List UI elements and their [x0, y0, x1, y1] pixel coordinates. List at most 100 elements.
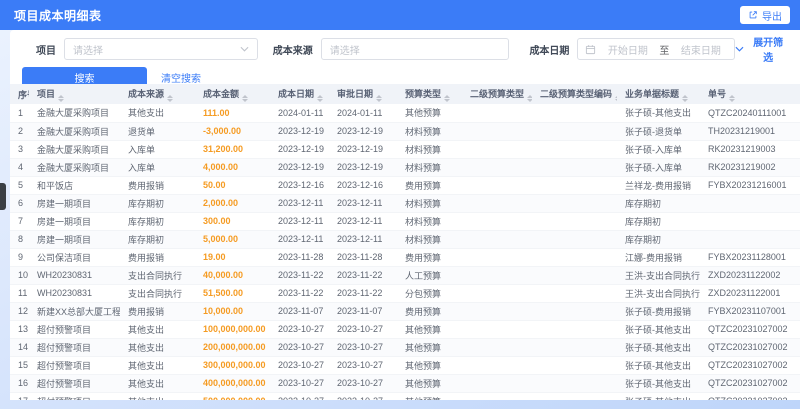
table-row: 10 WH20230831 支出合同执行 40,000.00 2023-11-22 202… — [10, 266, 800, 285]
table-row: 15 超付预警项目 其他支出 300,000,000.00 2023-10-27 2023… — [10, 356, 800, 375]
table-row: 5 和平饭店 费用报销 50.00 2023-12-16 2023-12-16 费用预算 兰祥… — [10, 176, 800, 195]
cell-approval_date: 2023-11-28 — [329, 248, 397, 267]
drawer-handle[interactable] — [0, 183, 6, 210]
column-label: 二级预算类型 — [470, 88, 525, 99]
cell-index: 9 — [10, 248, 29, 267]
cell-doc_no — [700, 230, 800, 249]
project-select-placeholder: 请选择 — [73, 45, 103, 57]
cell-sub_budget_type — [462, 194, 532, 213]
column-header-sub_budget_code[interactable]: 二级预算类型编码 — [532, 84, 617, 104]
cell-index: 1 — [10, 104, 29, 123]
column-header-project[interactable]: 项目 — [29, 84, 120, 104]
cell-index: 12 — [10, 302, 29, 321]
cell-sub_budget_type — [462, 356, 532, 375]
cell-amount: 31,200.00 — [195, 140, 270, 159]
cell-sub_budget_code — [532, 338, 617, 357]
cell-doc_title: 张子硕-入库单 — [617, 158, 700, 177]
cell-sub_budget_code — [532, 320, 617, 339]
cell-source: 其他支出 — [120, 356, 195, 375]
cell-cost_date: 2023-11-07 — [270, 302, 329, 321]
cell-doc_title: 库存期初 — [617, 194, 700, 213]
export-button[interactable]: 导出 — [740, 6, 790, 24]
cell-doc_no: FYBX20231216001 — [700, 176, 800, 195]
cell-doc_title: 张子硕-费用报销 — [617, 302, 700, 321]
cell-budget_type: 其他预算 — [397, 104, 462, 123]
table-row: 11 WH20230831 支出合同执行 51,500.00 2023-11-22 202… — [10, 284, 800, 303]
cell-project: 金融大厦采购项目 — [29, 140, 120, 159]
sort-icon[interactable] — [444, 94, 451, 102]
sort-icon[interactable] — [242, 94, 249, 102]
cell-source: 入库单 — [120, 158, 195, 177]
expand-filters-button[interactable]: 展开筛选 — [735, 34, 788, 64]
column-header-doc_title[interactable]: 业务单据标题 — [617, 84, 700, 104]
project-select[interactable]: 请选择 — [64, 38, 258, 60]
cell-doc_title: 张子硕-其他支出 — [617, 104, 700, 123]
cell-sub_budget_type — [462, 140, 532, 159]
column-header-approval_date[interactable]: 审批日期 — [329, 84, 397, 104]
cell-source: 退货单 — [120, 122, 195, 141]
cell-index: 17 — [10, 392, 29, 400]
cell-cost_date: 2023-12-19 — [270, 140, 329, 159]
cell-amount: 40,000.00 — [195, 266, 270, 285]
cell-index: 15 — [10, 356, 29, 375]
clear-search-button[interactable]: 清空搜索 — [161, 70, 201, 85]
cost-date-range-input[interactable]: 开始日期 至 结束日期 — [577, 38, 736, 60]
column-header-budget_type[interactable]: 预算类型 — [397, 84, 462, 104]
cell-doc_no: QTZC20231027002 — [700, 356, 800, 375]
cell-index: 14 — [10, 338, 29, 357]
sort-icon[interactable] — [527, 94, 532, 102]
cell-project: 超付预警项目 — [29, 320, 120, 339]
table-header-row: 序号项目 成本来源 成本金额 成本日期 审批日期 预算类型 二级预算类型 二级预算类型编码 业务… — [10, 84, 800, 104]
cell-project: 超付预警项目 — [29, 392, 120, 400]
cell-sub_budget_type — [462, 338, 532, 357]
cell-cost_date: 2023-10-27 — [270, 338, 329, 357]
column-header-cost_date[interactable]: 成本日期 — [270, 84, 329, 104]
sort-icon[interactable] — [317, 94, 324, 102]
table-row: 14 超付预警项目 其他支出 200,000,000.00 2023-10-27 2023… — [10, 338, 800, 357]
column-header-sub_budget_type[interactable]: 二级预算类型 — [462, 84, 532, 104]
sort-icon[interactable] — [682, 94, 689, 102]
cost-source-select[interactable]: 请选择 — [320, 38, 510, 60]
calendar-icon — [585, 44, 596, 55]
cell-budget_type: 材料预算 — [397, 212, 462, 231]
cell-doc_no: FYBX20231128001 — [700, 248, 800, 267]
cell-amount: 300.00 — [195, 212, 270, 231]
cell-project: 房建一期项目 — [29, 194, 120, 213]
sort-icon[interactable] — [376, 94, 383, 102]
column-label: 二级预算类型编码 — [540, 88, 613, 99]
cell-sub_budget_code — [532, 122, 617, 141]
cell-doc_title: 张子硕-其他支出 — [617, 392, 700, 400]
cell-sub_budget_type — [462, 320, 532, 339]
cell-index: 7 — [10, 212, 29, 231]
chevron-down-icon — [735, 46, 744, 52]
cell-doc_no: QTZC20231027002 — [700, 392, 800, 400]
sort-icon[interactable] — [729, 94, 736, 102]
cell-sub_budget_code — [532, 284, 617, 303]
cell-approval_date: 2023-11-07 — [329, 302, 397, 321]
table-row: 17超付预警项目其他支出500,000,000.002023-10-272023… — [10, 392, 800, 400]
column-header-source[interactable]: 成本来源 — [120, 84, 195, 104]
sort-icon[interactable] — [615, 94, 617, 102]
cell-sub_budget_code — [532, 302, 617, 321]
cell-doc_title: 张子硕-其他支出 — [617, 374, 700, 393]
chevron-down-icon — [240, 46, 249, 52]
cell-project: 房建一期项目 — [29, 230, 120, 249]
sort-icon[interactable] — [58, 94, 65, 102]
cell-sub_budget_type — [462, 248, 532, 267]
cell-amount: 400,000,000.00 — [195, 374, 270, 393]
cell-sub_budget_code — [532, 212, 617, 231]
column-header-doc_no[interactable]: 单号 — [700, 84, 800, 104]
column-header-amount[interactable]: 成本金额 — [195, 84, 270, 104]
table-row: 1 金融大厦采购项目 其他支出 111.00 2024-01-11 2024-01-11 其… — [10, 104, 800, 123]
date-end-placeholder: 结束日期 — [680, 45, 721, 57]
cell-doc_title: 张子硕-退货单 — [617, 122, 700, 141]
cell-budget_type: 其他预算 — [397, 374, 462, 393]
cell-doc_title: 张子硕-入库单 — [617, 140, 700, 159]
cell-approval_date: 2023-12-19 — [329, 158, 397, 177]
source-filter-label: 成本来源 — [272, 45, 313, 57]
cell-sub_budget_type — [462, 374, 532, 393]
cell-sub_budget_code — [532, 176, 617, 195]
sort-icon[interactable] — [167, 94, 174, 102]
table-body: 1 金融大厦采购项目 其他支出 111.00 2024-01-11 2024-01-11 其… — [10, 104, 800, 400]
table-row: 12新建XX总部大厦工程二期费用报销10,000.002023-11-07202… — [10, 302, 800, 321]
